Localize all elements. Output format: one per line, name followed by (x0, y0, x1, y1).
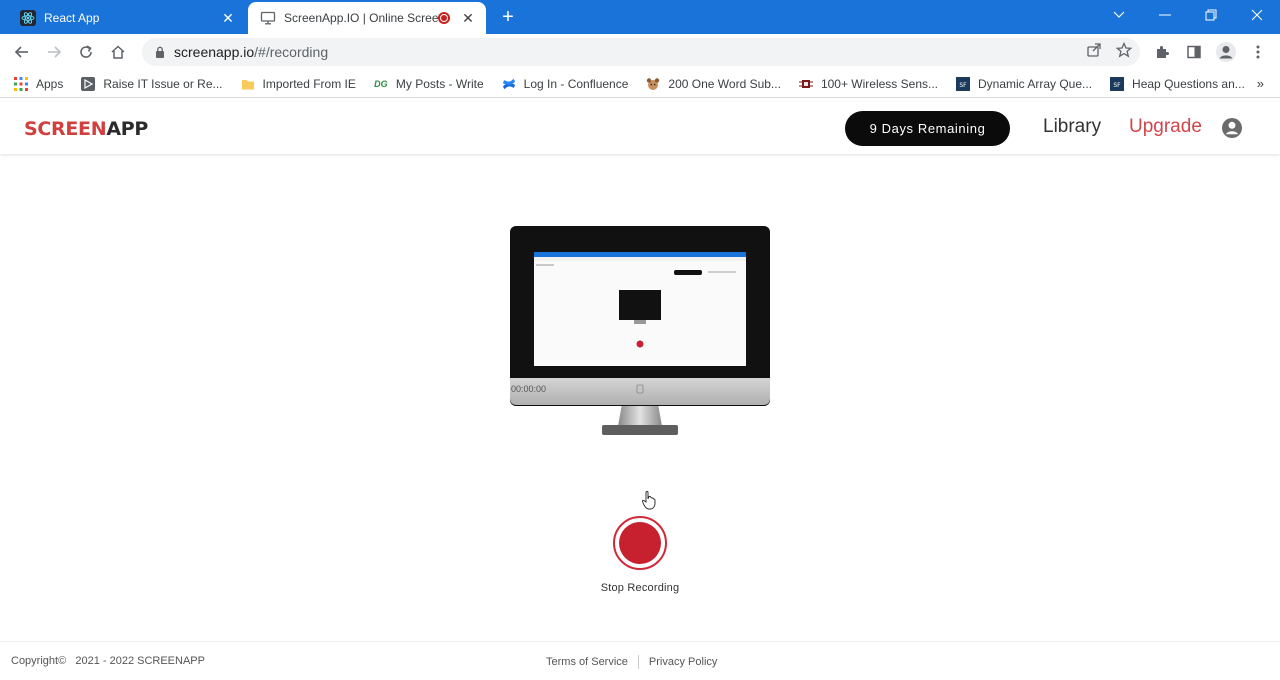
recording-timer: 00:00:00 (511, 384, 547, 394)
bookmark-confluence[interactable]: Log In - Confluence (502, 77, 628, 91)
tab-title: ScreenApp.IO | Online Screen Recorder (284, 11, 438, 25)
bookmark-one-word[interactable]: 200 One Word Sub... (646, 77, 781, 91)
app-header: SCREENAPP 9 Days Remaining Library Upgra… (0, 102, 1280, 154)
bookmark-wireless-sensors[interactable]: 100+ Wireless Sens... (798, 77, 938, 91)
extensions-puzzle-icon[interactable] (1150, 40, 1174, 64)
stop-recording-label: Stop Recording (600, 582, 680, 594)
folder-icon (241, 77, 255, 91)
bookmark-star-icon[interactable] (1115, 41, 1133, 63)
user-account-icon[interactable] (1221, 117, 1243, 139)
chip-icon (798, 77, 813, 91)
apps-grid-icon (14, 76, 28, 91)
bookmark-heap-questions[interactable]: SF Heap Questions an... (1110, 76, 1245, 91)
restore-icon[interactable] (1188, 0, 1234, 30)
stop-recording-button[interactable] (613, 516, 667, 570)
reload-icon[interactable] (74, 40, 98, 64)
sf-icon: SF (956, 76, 970, 91)
recording-indicator-icon (438, 12, 450, 24)
svg-text:SF: SF (1113, 82, 1121, 89)
tab-close-icon[interactable]: ✕ (460, 10, 476, 26)
window-close-icon[interactable] (1234, 0, 1280, 30)
bookmarks-bar: Apps Raise IT Issue or Re... Imported Fr… (0, 70, 1280, 98)
react-icon (20, 10, 36, 26)
bookmark-apps[interactable]: Apps (14, 76, 63, 91)
sf-icon: SF (1110, 76, 1125, 91)
monitor-icon (260, 10, 276, 26)
copyright-text: Copyright© 2021 - 2022 SCREENAPP (11, 655, 205, 667)
footer-divider (637, 655, 639, 669)
new-tab-plus-icon[interactable]: + (496, 6, 520, 28)
bookmarks-overflow-icon[interactable]: » (1257, 76, 1264, 91)
back-arrow-icon[interactable] (10, 40, 34, 64)
bookmark-my-posts[interactable]: DG My Posts - Write (374, 77, 484, 91)
hand-cursor-icon (641, 490, 657, 510)
profile-avatar-icon[interactable] (1214, 40, 1238, 64)
footer: Copyright© 2021 - 2022 SCREENAPP Terms o… (0, 641, 1280, 680)
share-icon[interactable] (1086, 42, 1102, 63)
bookmark-raise-it-issue[interactable]: Raise IT Issue or Re... (81, 76, 223, 91)
privacy-policy-link[interactable]: Privacy Policy (649, 656, 717, 668)
tab-screenapp[interactable]: ScreenApp.IO | Online Screen Recorder ✕ (248, 2, 486, 34)
record-dot-icon (619, 522, 661, 564)
play-icon (81, 76, 96, 91)
browser-tab-bar: React App ✕ ScreenApp.IO | Online Screen… (0, 0, 1280, 34)
recording-preview-monitor: 00:00:00 (510, 226, 770, 436)
browser-menu-icon[interactable] (1246, 40, 1270, 64)
tab-title: React App (44, 11, 100, 25)
tab-react-app[interactable]: React App ✕ (8, 2, 246, 34)
bookmark-dynamic-array[interactable]: SF Dynamic Array Que... (956, 76, 1092, 91)
tab-close-icon[interactable]: ✕ (220, 10, 236, 26)
terms-of-service-link[interactable]: Terms of Service (546, 656, 628, 668)
days-remaining-button[interactable]: 9 Days Remaining (845, 111, 1010, 146)
bookmark-imported-from-ie[interactable]: Imported From IE (241, 77, 356, 91)
address-bar[interactable]: screenapp.io/#/recording (142, 38, 1140, 66)
url-text: screenapp.io/#/recording (174, 44, 329, 60)
lock-icon (154, 45, 166, 59)
tab-search-chevron-icon[interactable] (1096, 0, 1142, 30)
footer-links: Terms of Service Privacy Policy (546, 655, 717, 669)
browser-toolbar: screenapp.io/#/recording (0, 34, 1280, 70)
upgrade-link[interactable]: Upgrade (1129, 116, 1202, 138)
library-link[interactable]: Library (1043, 116, 1101, 138)
forward-arrow-icon[interactable] (42, 40, 66, 64)
minimize-icon[interactable] (1142, 0, 1188, 30)
home-icon[interactable] (106, 40, 130, 64)
confluence-icon (502, 77, 516, 91)
svg-text:SF: SF (959, 82, 967, 89)
side-panel-icon[interactable] (1182, 40, 1206, 64)
dg-icon: DG (374, 78, 388, 89)
screenapp-logo[interactable]: SCREENAPP (24, 118, 148, 140)
dog-icon (646, 77, 660, 91)
